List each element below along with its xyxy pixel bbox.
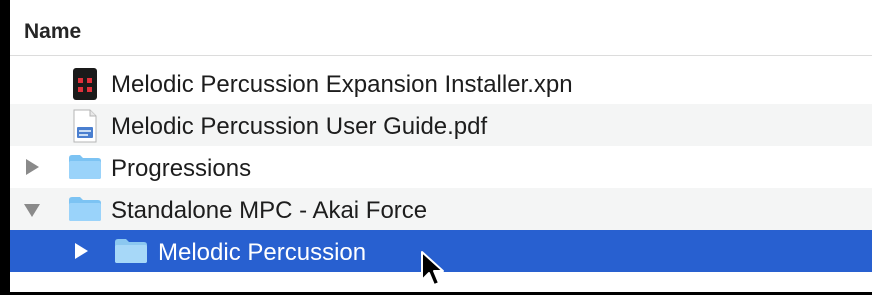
folder-row-standalone-mpc[interactable]: Standalone MPC - Akai Force xyxy=(10,188,872,230)
disclosure-triangle-collapsed-icon[interactable] xyxy=(75,243,88,259)
folder-name: Standalone MPC - Akai Force xyxy=(111,197,428,224)
folder-name: Melodic Percussion xyxy=(158,239,367,266)
folder-row-progressions[interactable]: Progressions xyxy=(10,146,872,188)
folder-name: Progressions xyxy=(111,155,252,182)
finder-window: Name Melodic Percussion Expansion Instal… xyxy=(10,0,872,292)
mouse-pointer-icon xyxy=(420,250,446,295)
file-name: Melodic Percussion Expansion Installer.x… xyxy=(111,71,573,98)
disclosure-triangle-collapsed-icon[interactable] xyxy=(26,159,39,175)
pdf-file-icon xyxy=(72,109,98,148)
xpn-file-icon xyxy=(72,67,98,106)
folder-icon xyxy=(68,196,102,227)
file-row-pdf[interactable]: Melodic Percussion User Guide.pdf xyxy=(10,104,872,146)
file-row-xpn[interactable]: Melodic Percussion Expansion Installer.x… xyxy=(10,62,872,104)
folder-icon xyxy=(114,238,148,269)
column-header-bar: Name xyxy=(10,7,872,56)
file-name: Melodic Percussion User Guide.pdf xyxy=(111,113,488,140)
name-column-header[interactable]: Name xyxy=(24,20,81,44)
folder-icon xyxy=(68,154,102,185)
disclosure-triangle-expanded-icon[interactable] xyxy=(24,204,40,217)
